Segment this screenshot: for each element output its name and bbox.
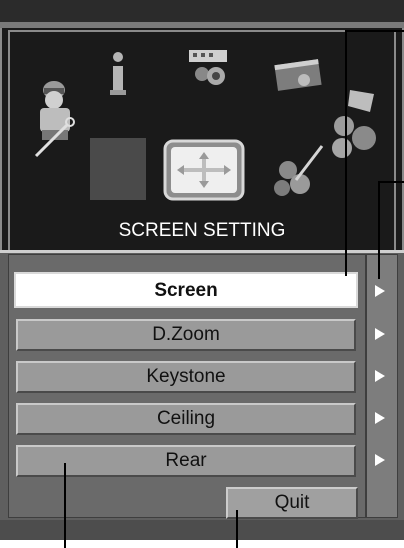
menu-item-rear[interactable]: Rear <box>16 445 356 477</box>
icon-panel: SCREEN SETTING <box>0 28 404 250</box>
callout-line <box>345 30 347 276</box>
osd-menu-window: SCREEN SETTING Screen D.Zoom Keystone Ce… <box>0 0 404 548</box>
callout-line <box>378 181 380 279</box>
bottom-strip <box>0 520 404 540</box>
screen-setting-icon[interactable] <box>162 138 246 202</box>
submenu-arrow-icon[interactable] <box>375 454 385 466</box>
header-strip <box>0 0 404 22</box>
menu-item-dzoom[interactable]: D.Zoom <box>16 319 356 351</box>
service-person-icon[interactable] <box>32 78 82 158</box>
submenu-arrow-icon[interactable] <box>375 328 385 340</box>
submenu-arrow-icon[interactable] <box>375 285 385 297</box>
info-icon[interactable] <box>106 50 130 100</box>
blank-square-icon[interactable] <box>90 138 146 200</box>
projector-icon[interactable] <box>185 46 233 90</box>
color-palette-icon[interactable] <box>270 140 326 200</box>
submenu-arrow-icon[interactable] <box>375 412 385 424</box>
balls-icon[interactable] <box>328 86 384 166</box>
screen-card-icon[interactable] <box>272 58 326 98</box>
submenu-arrow-icon[interactable] <box>375 370 385 382</box>
callout-line <box>378 181 404 183</box>
quit-button[interactable]: Quit <box>226 487 358 519</box>
callout-line <box>236 510 238 548</box>
menu-item-keystone[interactable]: Keystone <box>16 361 356 393</box>
callout-line <box>64 463 66 548</box>
menu-item-ceiling[interactable]: Ceiling <box>16 403 356 435</box>
callout-line <box>345 30 404 32</box>
panel-title: SCREEN SETTING <box>118 220 286 241</box>
menu-item-screen[interactable]: Screen <box>14 272 358 308</box>
